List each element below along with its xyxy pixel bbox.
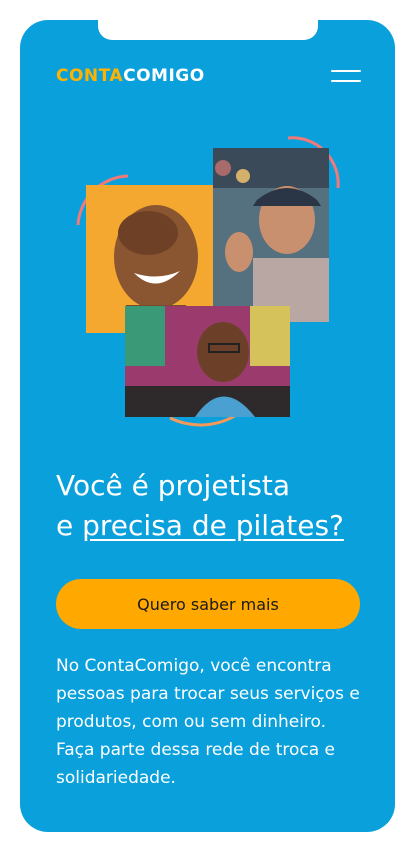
photo-elderly-man: [213, 148, 329, 322]
hero-description: No ContaComigo, você encontra pessoas pa…: [56, 656, 360, 788]
hero-title-prefix: e: [56, 509, 83, 542]
hero-title-link[interactable]: precisa de pilates?: [82, 509, 344, 542]
hero-title-line1: Você é projetista: [56, 469, 291, 502]
photo-elderly-woman: [125, 306, 290, 417]
photo-collage: [20, 20, 395, 440]
hero-title: Você é projetista e precisa de pilates?: [56, 466, 376, 546]
mobile-frame: CONTACOMIGO Você é projetista e precisa …: [20, 20, 395, 832]
learn-more-button[interactable]: Quero saber mais: [56, 579, 360, 629]
